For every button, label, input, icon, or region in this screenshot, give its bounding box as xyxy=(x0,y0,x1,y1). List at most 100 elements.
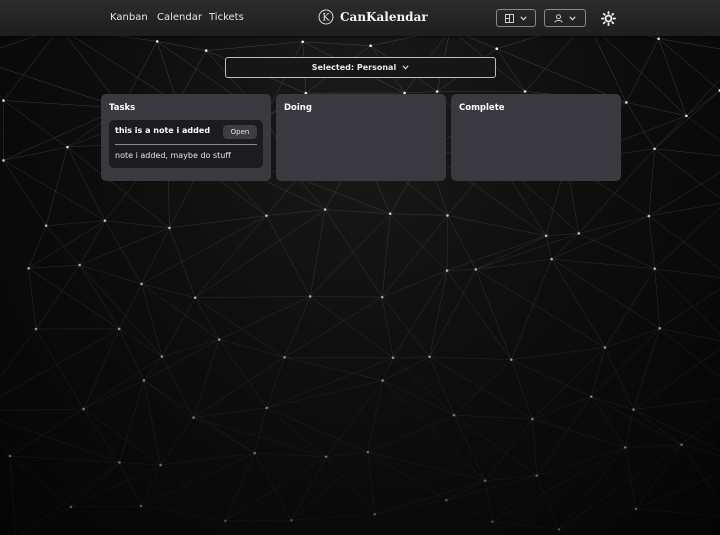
background-dot xyxy=(445,269,449,272)
background-dot xyxy=(550,257,553,261)
background-dot xyxy=(653,267,657,271)
column-title: Tasks xyxy=(109,103,136,113)
user-icon xyxy=(554,13,563,23)
column-complete: Complete xyxy=(451,94,621,181)
brand-logo-icon: K xyxy=(318,9,334,25)
brand-name: CanKalendar xyxy=(340,10,428,24)
background-dot xyxy=(118,461,121,464)
background-dot xyxy=(324,455,328,459)
background-dot xyxy=(69,505,73,509)
board-icon xyxy=(505,13,514,23)
background-dot xyxy=(452,413,456,417)
background-dot xyxy=(117,327,121,331)
chevron-down-icon xyxy=(520,15,527,21)
svg-text:K: K xyxy=(322,13,330,24)
background-dot xyxy=(103,219,107,222)
background-dot xyxy=(217,338,221,341)
background-dot xyxy=(589,395,593,398)
background-dot xyxy=(388,212,392,216)
card-body: note i added, maybe do stuff xyxy=(115,151,231,160)
nav-link-tickets[interactable]: Tickets xyxy=(209,12,244,23)
background-dot xyxy=(2,99,5,102)
background-dot xyxy=(445,498,448,502)
background-dot xyxy=(168,226,171,230)
background-dot xyxy=(34,327,38,331)
background-dot xyxy=(531,417,534,421)
background-dot xyxy=(685,114,688,118)
card-divider xyxy=(115,144,257,145)
background-dot xyxy=(657,37,660,40)
background-dot xyxy=(373,512,377,516)
background-dot xyxy=(647,214,651,218)
background-dot xyxy=(428,355,431,359)
background-dot xyxy=(224,519,227,523)
background-dot xyxy=(474,268,478,271)
background-dot xyxy=(483,479,487,483)
background-dot xyxy=(265,406,269,410)
background-dot xyxy=(301,40,304,44)
background-dot xyxy=(544,234,548,238)
background-dot xyxy=(435,90,439,93)
background-dot xyxy=(8,454,12,458)
brand[interactable]: K CanKalendar xyxy=(318,9,428,25)
background-dot xyxy=(557,528,561,531)
background-dot xyxy=(290,518,293,522)
user-menu-button[interactable] xyxy=(544,9,586,27)
background-dot xyxy=(603,346,607,349)
background-dot xyxy=(491,520,494,524)
open-button[interactable]: Open xyxy=(223,125,257,139)
background-dot xyxy=(446,214,449,217)
background-dot xyxy=(495,47,499,51)
background-network xyxy=(0,19,720,535)
background-dot xyxy=(192,416,195,419)
background-dot xyxy=(139,504,143,508)
background-dot xyxy=(78,263,81,267)
column-tasks: Tasks this is a note i added Open note i… xyxy=(101,94,271,181)
nav-link-calendar[interactable]: Calendar xyxy=(157,12,202,23)
board-selector-label: Selected: Personal xyxy=(311,63,397,72)
background-dot xyxy=(653,147,656,151)
background-dot xyxy=(265,214,268,217)
column-title: Complete xyxy=(459,103,505,113)
background-dot xyxy=(308,295,312,298)
navbar: Kanban Calendar Tickets K CanKalendar xyxy=(0,0,720,36)
background-dot xyxy=(140,282,143,286)
background-dot xyxy=(634,507,638,511)
background-dot xyxy=(155,40,159,43)
background-dot xyxy=(380,295,384,299)
background-dot xyxy=(66,145,69,149)
background-dot xyxy=(623,446,627,449)
background-dot xyxy=(253,451,257,455)
background-dot xyxy=(193,296,197,300)
column-title: Doing xyxy=(284,103,312,113)
background-dot xyxy=(142,379,146,382)
background-dot xyxy=(658,327,662,330)
background-dot xyxy=(535,474,539,477)
background-dot xyxy=(2,159,5,162)
chevron-down-icon xyxy=(569,15,576,21)
background-dot xyxy=(82,407,85,411)
column-doing: Doing xyxy=(276,94,446,181)
background-dot xyxy=(204,49,208,52)
background-dot xyxy=(27,266,30,270)
background-dot xyxy=(680,443,683,446)
background-dot xyxy=(625,101,628,104)
board-selector-dropdown[interactable]: Selected: Personal xyxy=(225,57,496,78)
background-dot xyxy=(369,44,372,48)
task-card[interactable]: this is a note i added Open note i added… xyxy=(109,120,263,168)
background-dot xyxy=(632,408,635,411)
background-dot xyxy=(323,208,327,211)
sun-icon[interactable] xyxy=(601,11,616,26)
background-dot xyxy=(381,379,384,382)
background-dot xyxy=(160,355,164,358)
background-dot xyxy=(523,90,527,93)
background-dot xyxy=(283,356,286,359)
background-dot xyxy=(44,224,48,227)
nav-link-kanban[interactable]: Kanban xyxy=(110,12,148,23)
card-title: this is a note i added xyxy=(115,126,211,135)
background-dot xyxy=(366,450,370,454)
chevron-down-icon xyxy=(402,65,409,70)
background-dot xyxy=(159,463,162,467)
board-menu-button[interactable] xyxy=(496,9,536,27)
background-dot xyxy=(577,232,581,235)
